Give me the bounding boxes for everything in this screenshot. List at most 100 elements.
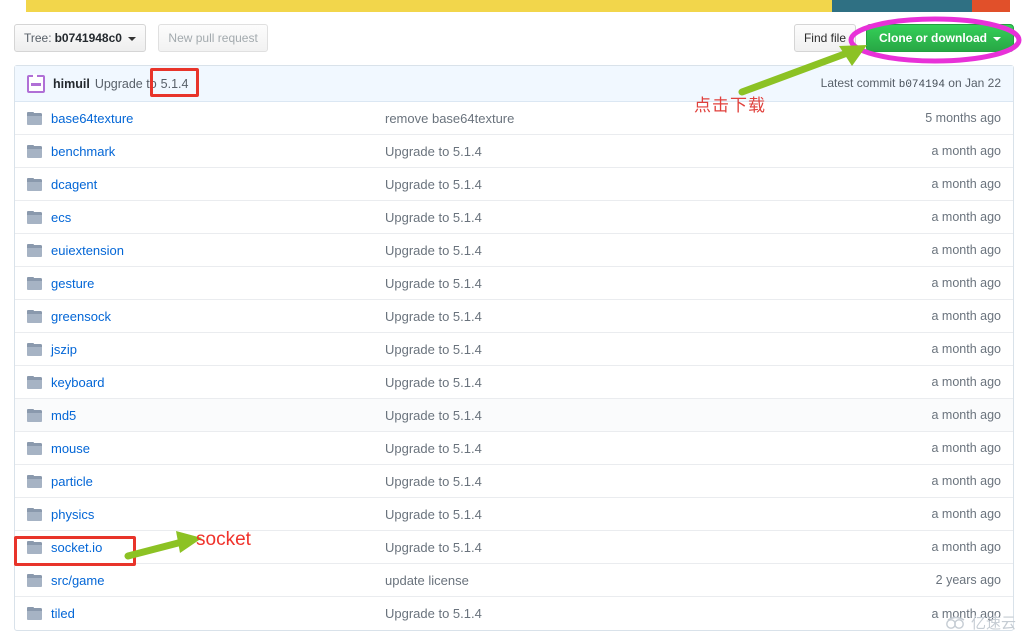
- table-row[interactable]: mouse Upgrade to 5.1.4 a month ago: [15, 432, 1013, 465]
- file-name-cell: tiled: [27, 606, 385, 621]
- table-row[interactable]: gesture Upgrade to 5.1.4 a month ago: [15, 267, 1013, 300]
- file-name-link[interactable]: ecs: [51, 210, 71, 225]
- folder-icon: [27, 507, 42, 521]
- commit-message-cell[interactable]: Upgrade to 5.1.4: [385, 606, 851, 621]
- toolbar-right-group: Find file Clone or download: [793, 24, 1014, 52]
- table-row[interactable]: src/game update license 2 years ago: [15, 564, 1013, 597]
- file-name-cell: keyboard: [27, 375, 385, 390]
- table-row[interactable]: md5 Upgrade to 5.1.4 a month ago: [15, 399, 1013, 432]
- folder-icon: [27, 210, 42, 224]
- file-name-link[interactable]: particle: [51, 474, 93, 489]
- file-name-link[interactable]: euiextension: [51, 243, 124, 258]
- folder-icon: [27, 474, 42, 488]
- commit-message-cell[interactable]: Upgrade to 5.1.4: [385, 342, 851, 357]
- new-pull-request-button[interactable]: New pull request: [158, 24, 268, 52]
- commit-message-text: Upgrade to: [94, 76, 157, 91]
- commit-age-cell: a month ago: [931, 342, 1002, 356]
- commit-message-cell[interactable]: Upgrade to 5.1.4: [385, 540, 851, 555]
- clone-or-download-button[interactable]: Clone or download: [866, 24, 1014, 52]
- commit-age-cell: 2 years ago: [935, 573, 1001, 587]
- commit-message-cell[interactable]: Upgrade to 5.1.4: [385, 474, 851, 489]
- file-name-link[interactable]: greensock: [51, 309, 111, 324]
- chevron-down-icon: [993, 37, 1001, 41]
- tree-prefix-label: Tree:: [24, 31, 52, 45]
- file-name-link[interactable]: gesture: [51, 276, 94, 291]
- folder-icon: [27, 342, 42, 356]
- commit-message-cell[interactable]: remove base64texture: [385, 111, 851, 126]
- commit-age-cell: a month ago: [931, 606, 1002, 621]
- file-name-link[interactable]: jszip: [51, 342, 77, 357]
- file-name-link[interactable]: keyboard: [51, 375, 104, 390]
- commit-message-cell[interactable]: Upgrade to 5.1.4: [385, 177, 851, 192]
- commit-age-cell: a month ago: [931, 408, 1002, 422]
- find-file-button[interactable]: Find file: [793, 24, 856, 52]
- file-name-cell: particle: [27, 474, 385, 489]
- commit-author-link[interactable]: himuil: [53, 77, 90, 91]
- file-name-link[interactable]: dcagent: [51, 177, 97, 192]
- table-row[interactable]: greensock Upgrade to 5.1.4 a month ago: [15, 300, 1013, 333]
- commit-message-cell[interactable]: Upgrade to 5.1.4: [385, 441, 851, 456]
- file-name-cell: ecs: [27, 210, 385, 225]
- file-name-cell: md5: [27, 408, 385, 423]
- file-list-container: himuil Upgrade to 5.1.4 Latest commit b0…: [14, 65, 1014, 631]
- folder-icon: [27, 177, 42, 191]
- avatar: [27, 73, 45, 93]
- commit-message-cell[interactable]: Upgrade to 5.1.4: [385, 144, 851, 159]
- file-name-link[interactable]: benchmark: [51, 144, 115, 159]
- table-row[interactable]: benchmark Upgrade to 5.1.4 a month ago: [15, 135, 1013, 168]
- table-row[interactable]: dcagent Upgrade to 5.1.4 a month ago: [15, 168, 1013, 201]
- table-row[interactable]: socket.io Upgrade to 5.1.4 a month ago: [15, 531, 1013, 564]
- file-name-link[interactable]: tiled: [51, 606, 75, 621]
- table-row[interactable]: tiled Upgrade to 5.1.4 a month ago: [15, 597, 1013, 630]
- commit-message-cell[interactable]: Upgrade to 5.1.4: [385, 408, 851, 423]
- file-name-cell: euiextension: [27, 243, 385, 258]
- table-row[interactable]: particle Upgrade to 5.1.4 a month ago: [15, 465, 1013, 498]
- commit-age-cell: a month ago: [931, 243, 1002, 257]
- branch-tree-selector[interactable]: Tree: b0741948c0: [14, 24, 146, 52]
- file-name-cell: src/game: [27, 573, 385, 588]
- file-name-link[interactable]: base64texture: [51, 111, 133, 126]
- strip-gap: [0, 0, 26, 12]
- file-name-cell: mouse: [27, 441, 385, 456]
- table-row[interactable]: keyboard Upgrade to 5.1.4 a month ago: [15, 366, 1013, 399]
- file-name-link[interactable]: src/game: [51, 573, 104, 588]
- folder-icon: [27, 111, 42, 125]
- folder-icon: [27, 243, 42, 257]
- table-row[interactable]: physics Upgrade to 5.1.4 a month ago: [15, 498, 1013, 531]
- commit-age-cell: a month ago: [931, 276, 1002, 290]
- file-name-link[interactable]: mouse: [51, 441, 90, 456]
- table-row[interactable]: ecs Upgrade to 5.1.4 a month ago: [15, 201, 1013, 234]
- commit-age-cell: a month ago: [931, 540, 1002, 554]
- file-name-cell: benchmark: [27, 144, 385, 159]
- file-name-cell: gesture: [27, 276, 385, 291]
- folder-icon: [27, 309, 42, 323]
- chevron-down-icon: [127, 37, 136, 41]
- table-row[interactable]: base64texture remove base64texture 5 month…: [15, 102, 1013, 135]
- latest-commit-sha[interactable]: b074194: [899, 79, 945, 91]
- table-row[interactable]: euiextension Upgrade to 5.1.4 a month ago: [15, 234, 1013, 267]
- file-name-link[interactable]: md5: [51, 408, 76, 423]
- commit-age-cell: 5 months ago: [925, 111, 1001, 125]
- file-name-cell: dcagent: [27, 177, 385, 192]
- folder-icon: [27, 573, 42, 587]
- top-color-strip: [0, 0, 1028, 12]
- commit-message-cell[interactable]: update license: [385, 573, 851, 588]
- yellow-band: [26, 0, 832, 12]
- latest-commit-header: himuil Upgrade to 5.1.4 Latest commit b0…: [15, 66, 1013, 102]
- commit-message-cell[interactable]: Upgrade to 5.1.4: [385, 276, 851, 291]
- file-name-link[interactable]: socket.io: [51, 540, 102, 555]
- commit-message-cell[interactable]: Upgrade to 5.1.4: [385, 507, 851, 522]
- commit-message-cell[interactable]: Upgrade to 5.1.4: [385, 375, 851, 390]
- file-name-link[interactable]: physics: [51, 507, 94, 522]
- commit-message-cell[interactable]: Upgrade to 5.1.4: [385, 210, 851, 225]
- table-row[interactable]: jszip Upgrade to 5.1.4 a month ago: [15, 333, 1013, 366]
- commit-age-cell: a month ago: [931, 144, 1002, 158]
- commit-age-cell: a month ago: [931, 210, 1002, 224]
- commit-message-cell[interactable]: Upgrade to 5.1.4: [385, 309, 851, 324]
- folder-icon: [27, 607, 42, 620]
- commit-message-cell[interactable]: Upgrade to 5.1.4: [385, 243, 851, 258]
- clone-button-label: Clone or download: [879, 31, 987, 45]
- commit-age-cell: a month ago: [931, 177, 1002, 191]
- folder-icon: [27, 276, 42, 290]
- page-root: Tree: b0741948c0 New pull request Find f…: [0, 0, 1028, 641]
